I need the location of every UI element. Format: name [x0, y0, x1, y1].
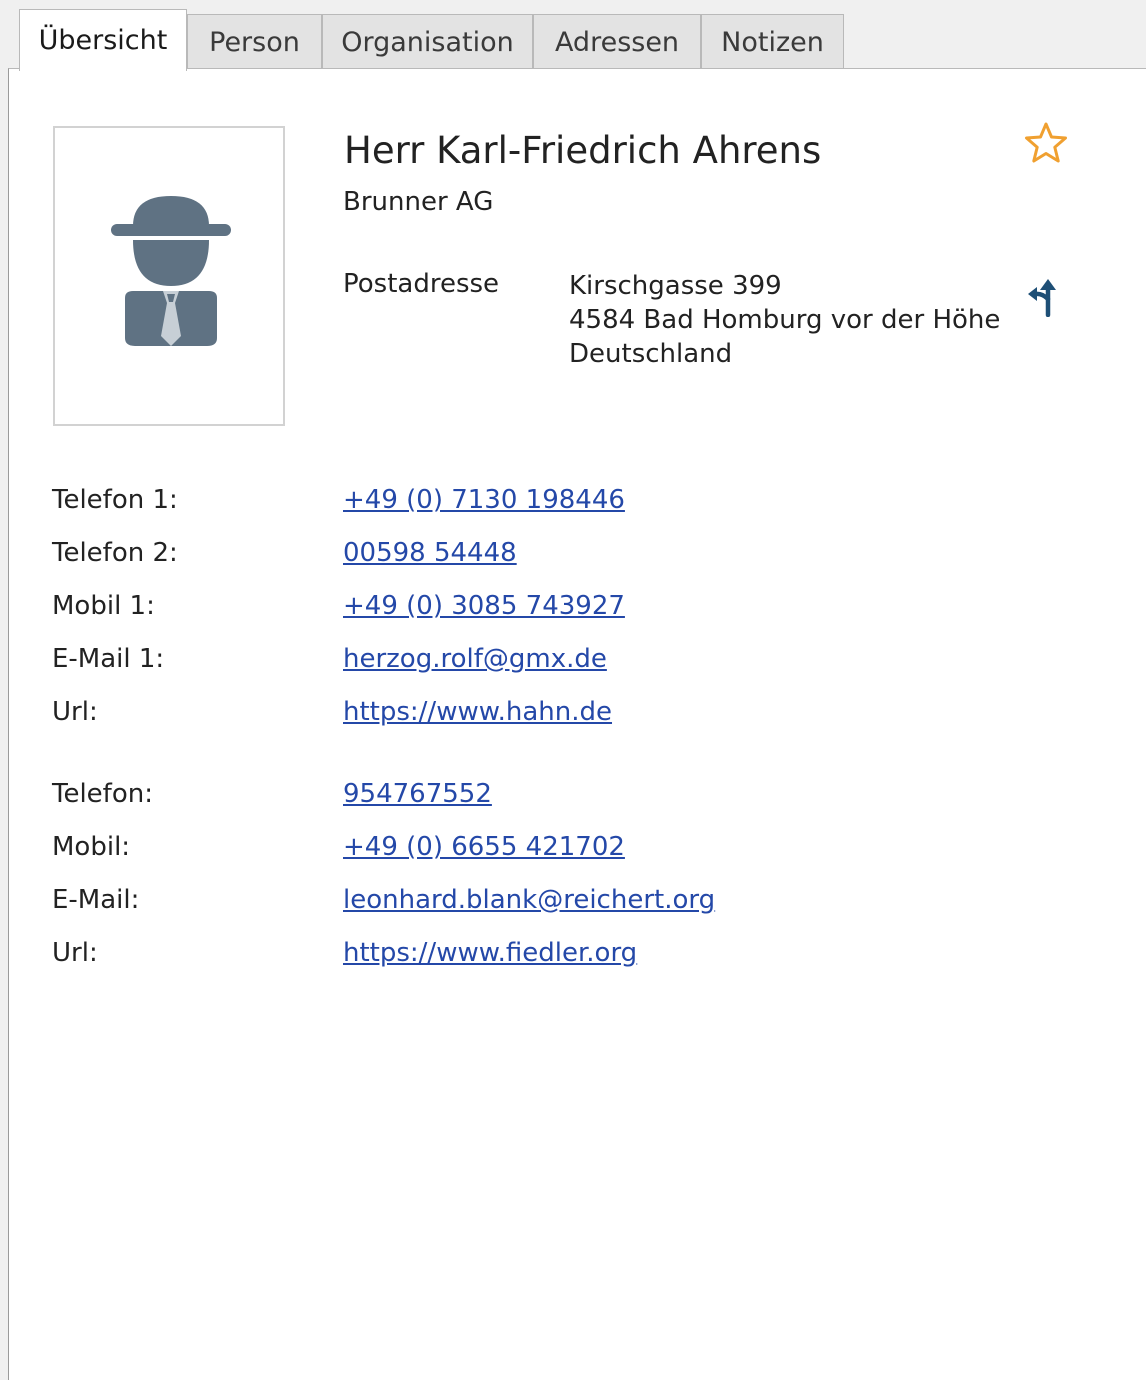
- contact-name: Herr Karl-Friedrich Ahrens: [344, 129, 822, 172]
- contact-row-phone-2: Telefon 2: 00598 54448: [52, 538, 952, 591]
- org-mobile-label: Mobil:: [52, 832, 131, 862]
- email-1-label: E-Mail 1:: [52, 644, 165, 674]
- tab-person[interactable]: Person: [187, 14, 322, 68]
- address-label: Postadresse: [343, 269, 500, 299]
- contact-row-url: Url: https://www.hahn.de: [52, 697, 952, 750]
- overview-panel: Herr Karl-Friedrich Ahrens Brunner AG Po…: [8, 68, 1146, 1380]
- phone-1-link[interactable]: +49 (0) 7130 198446: [343, 485, 625, 515]
- org-phone-label: Telefon:: [52, 779, 153, 809]
- company-name: Brunner AG: [343, 187, 494, 217]
- person-with-hat-icon: [111, 196, 231, 346]
- tab-strip: Übersicht Person Organisation Adressen N…: [0, 0, 1146, 71]
- contact-photo[interactable]: [53, 126, 285, 426]
- org-row-url: Url: https://www.fiedler.org: [52, 938, 952, 991]
- phone-1-label: Telefon 1:: [52, 485, 178, 515]
- address-city: 4584 Bad Homburg vor der Höhe: [569, 305, 1001, 335]
- url-label: Url:: [52, 697, 98, 727]
- postal-address: Kirschgasse 399 4584 Bad Homburg vor der…: [569, 269, 1000, 371]
- contact-window: Übersicht Person Organisation Adressen N…: [0, 0, 1146, 1380]
- tab-notizen[interactable]: Notizen: [701, 14, 844, 68]
- address-country: Deutschland: [569, 339, 733, 369]
- address-street: Kirschgasse 399: [569, 271, 782, 301]
- contact-row-phone-1: Telefon 1: +49 (0) 7130 198446: [52, 485, 952, 538]
- person-contact-list: Telefon 1: +49 (0) 7130 198446 Telefon 2…: [52, 485, 952, 750]
- org-mobile-link[interactable]: +49 (0) 6655 421702: [343, 832, 625, 862]
- org-url-link[interactable]: https://www.fiedler.org: [343, 938, 637, 968]
- phone-2-label: Telefon 2:: [52, 538, 178, 568]
- tab-uebersicht[interactable]: Übersicht: [19, 9, 187, 71]
- org-email-link[interactable]: leonhard.blank@reichert.org: [343, 885, 715, 915]
- tab-adressen[interactable]: Adressen: [533, 14, 701, 68]
- mobile-1-label: Mobil 1:: [52, 591, 155, 621]
- url-link[interactable]: https://www.hahn.de: [343, 697, 612, 727]
- org-row-email: E-Mail: leonhard.blank@reichert.org: [52, 885, 952, 938]
- email-1-link[interactable]: herzog.rolf@gmx.de: [343, 644, 607, 674]
- org-row-mobile: Mobil: +49 (0) 6655 421702: [52, 832, 952, 885]
- route-directions-icon[interactable]: [1026, 277, 1060, 317]
- org-email-label: E-Mail:: [52, 885, 140, 915]
- org-phone-link[interactable]: 954767552: [343, 779, 492, 809]
- org-row-phone: Telefon: 954767552: [52, 779, 952, 832]
- tab-organisation[interactable]: Organisation: [322, 14, 533, 68]
- mobile-1-link[interactable]: +49 (0) 3085 743927: [343, 591, 625, 621]
- contact-row-mobile-1: Mobil 1: +49 (0) 3085 743927: [52, 591, 952, 644]
- contact-row-email-1: E-Mail 1: herzog.rolf@gmx.de: [52, 644, 952, 697]
- phone-2-link[interactable]: 00598 54448: [343, 538, 517, 568]
- star-outline-icon[interactable]: [1024, 121, 1068, 165]
- organisation-contact-list: Telefon: 954767552 Mobil: +49 (0) 6655 4…: [52, 779, 952, 991]
- org-url-label: Url:: [52, 938, 98, 968]
